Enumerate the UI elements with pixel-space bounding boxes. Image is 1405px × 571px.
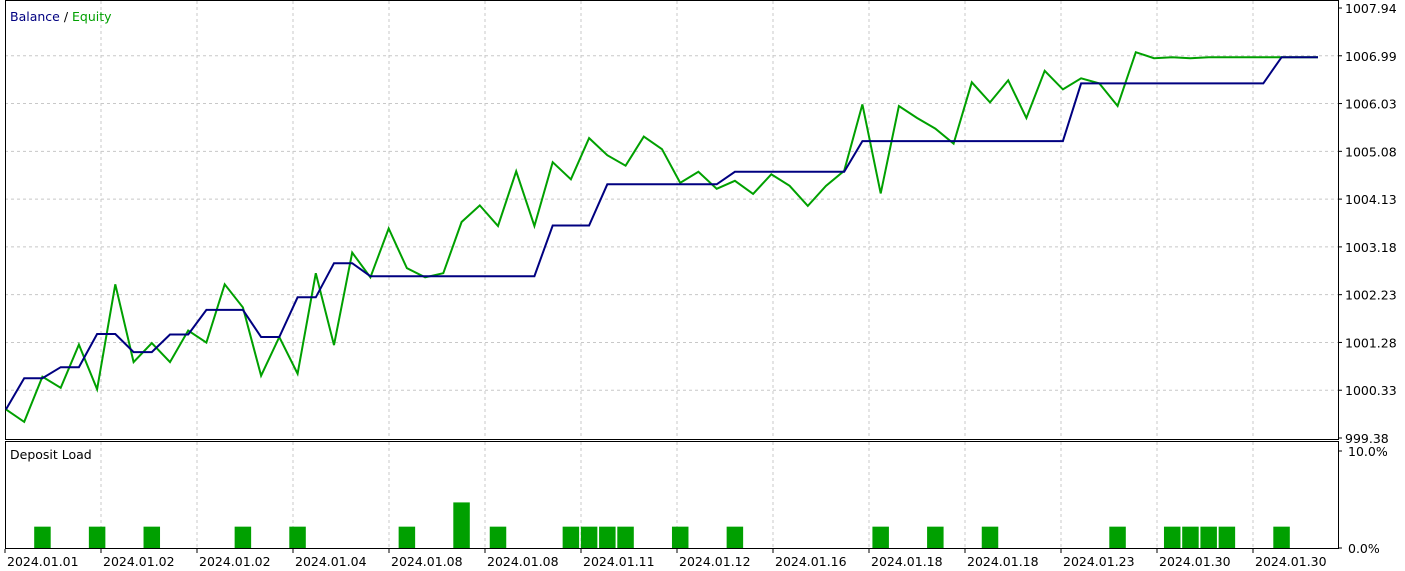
x-tick-label: 2024.01.30	[1255, 554, 1327, 569]
deposit-load-bar	[289, 526, 306, 548]
deposit-load-bar	[872, 526, 889, 548]
deposit-load-bar	[562, 526, 580, 548]
deposit-load-title: Deposit Load	[10, 447, 92, 462]
deposit-load-bar	[617, 526, 634, 548]
x-tick-label: 2024.01.30	[1159, 554, 1231, 569]
legend-separator: /	[60, 9, 72, 24]
svg-text:Balance / Equity: Balance / Equity	[10, 9, 112, 24]
deposit-load-bar	[88, 526, 106, 548]
main-plot-frame	[5, 0, 1339, 440]
x-tick-label: 2024.01.11	[583, 554, 655, 569]
load-y-tick-label: 10.0%	[1348, 444, 1388, 459]
x-tick-label: 2024.01.02	[103, 554, 175, 569]
deposit-load-bar	[143, 526, 161, 548]
x-tick-label: 2024.01.23	[1063, 554, 1135, 569]
x-tick-label: 2024.01.01	[7, 554, 79, 569]
balance-equity-chart: 1007.94 1006.99 1006.03 1005.08 1004.13 1003.…	[4, 0, 1397, 569]
y-tick-label: 1002.23	[1345, 288, 1397, 303]
y-tick-label: 1006.99	[1345, 49, 1397, 64]
legend-balance: Balance	[10, 9, 60, 24]
deposit-load-bar	[726, 526, 744, 548]
x-tick-label: 2024.01.18	[967, 554, 1039, 569]
load-y-tick-label: 0.0%	[1348, 541, 1380, 556]
series-lines	[5, 50, 1318, 424]
deposit-load-bar	[1200, 526, 1217, 548]
x-tick-label: 2024.01.12	[679, 554, 751, 569]
deposit-load-bar	[489, 526, 507, 548]
deposit-load-bar	[34, 526, 51, 548]
deposit-load-bar	[1109, 526, 1126, 548]
x-tick-label: 2024.01.08	[391, 554, 463, 569]
x-tick-label: 2024.01.18	[871, 554, 943, 569]
y-tick-label: 1003.18	[1345, 240, 1397, 255]
equity-line	[5, 50, 1318, 424]
deposit-load-bar	[1273, 526, 1290, 548]
axis-labels: 1007.94 1006.99 1006.03 1005.08 1004.13 1003.…	[7, 1, 1397, 569]
deposit-load-bar	[580, 526, 598, 548]
y-tick-label: 1004.13	[1345, 192, 1397, 207]
deposit-load-bar	[981, 526, 999, 548]
deposit-load-bar	[234, 526, 252, 548]
y-tick-label: 1005.08	[1345, 144, 1397, 159]
y-tick-label: 1000.33	[1345, 383, 1397, 398]
x-tick-label: 2024.01.08	[487, 554, 559, 569]
deposit-load-bar	[1163, 526, 1181, 548]
balance-line	[5, 56, 1318, 410]
legend: Balance / Equity	[10, 9, 112, 24]
deposit-load-bars	[34, 502, 1290, 548]
deposit-load-bar	[927, 526, 944, 548]
deposit-load-bar	[1182, 526, 1199, 548]
x-tick-label: 2024.01.16	[775, 554, 847, 569]
y-tick-label: 1007.94	[1345, 1, 1397, 16]
deposit-load-bar	[599, 526, 616, 548]
deposit-load-bar	[671, 526, 689, 548]
deposit-load-bar	[1218, 526, 1236, 548]
deposit-load-bar	[398, 526, 416, 548]
x-tick-label: 2024.01.02	[199, 554, 271, 569]
y-tick-label: 1006.03	[1345, 97, 1397, 112]
legend-equity: Equity	[72, 9, 112, 24]
deposit-load-bar	[453, 502, 470, 548]
y-tick-label: 1001.28	[1345, 335, 1397, 350]
x-tick-label: 2024.01.04	[295, 554, 367, 569]
